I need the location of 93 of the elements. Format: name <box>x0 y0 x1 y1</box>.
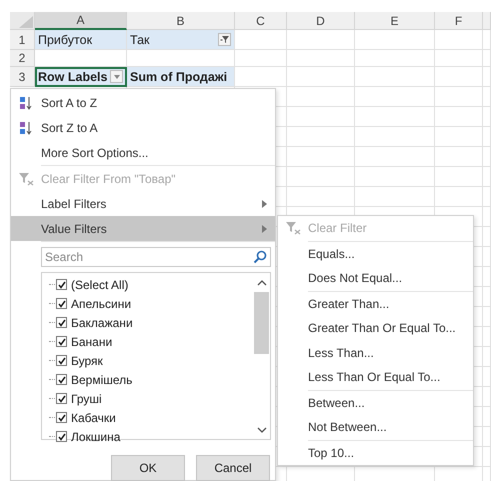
checklist-item[interactable]: Апельсини <box>71 296 132 310</box>
checkbox[interactable] <box>56 279 67 290</box>
checklist-item[interactable]: (Select All) <box>71 278 128 292</box>
ok-button[interactable]: OK <box>111 455 185 481</box>
table-cell <box>435 87 483 107</box>
column-header[interactable]: F <box>435 12 483 30</box>
check-icon <box>58 394 66 402</box>
checklist-item[interactable]: Вермішель <box>71 372 132 386</box>
menu-item[interactable]: Label Filters <box>11 191 275 216</box>
table-cell <box>287 50 355 67</box>
filter-button[interactable] <box>218 33 231 46</box>
table-cell <box>435 167 483 187</box>
check-icon <box>58 432 66 440</box>
scroll-up-icon <box>256 279 266 286</box>
clear-filter-icon <box>285 221 301 236</box>
table-cell <box>287 147 355 167</box>
table-cell <box>287 107 355 127</box>
check-icon <box>58 318 66 326</box>
caret-icon <box>112 74 120 80</box>
menu-item[interactable]: Greater Than Or Equal To... <box>278 316 473 340</box>
menu-item[interactable]: Not Between... <box>278 415 473 440</box>
scroll-down-icon <box>256 427 266 434</box>
checklist-item[interactable]: Кабачки <box>71 410 116 424</box>
table-cell <box>435 67 483 87</box>
table-cell <box>287 127 355 147</box>
row-header[interactable]: 1 <box>10 30 35 50</box>
row-header[interactable]: 2 <box>10 50 35 67</box>
checklist-item[interactable]: Баклажани <box>71 316 133 330</box>
table-cell <box>287 87 355 107</box>
selected-cell[interactable]: Row Labels <box>35 67 127 87</box>
checkbox[interactable] <box>56 298 67 309</box>
checklist-item[interactable]: Буряк <box>71 354 103 368</box>
menu-item[interactable]: Does Not Equal... <box>278 266 473 292</box>
checkbox[interactable] <box>56 355 67 366</box>
table-cell <box>435 147 483 167</box>
dropdown-button[interactable] <box>110 70 123 83</box>
search-icon <box>253 250 267 264</box>
cell-text: Прибуток <box>38 32 92 46</box>
check-icon <box>58 300 66 308</box>
table-cell <box>435 107 483 127</box>
menu-item[interactable]: Between... <box>278 390 473 415</box>
column-header[interactable]: C <box>235 12 287 30</box>
table-cell <box>287 30 355 50</box>
cancel-button[interactable]: Cancel <box>196 455 270 481</box>
checklist-item[interactable]: Локшина <box>71 430 120 444</box>
table-cell <box>435 127 483 147</box>
checkbox[interactable] <box>56 317 67 328</box>
menu-item[interactable]: Sort A to Z <box>11 90 275 115</box>
column-header[interactable]: D <box>287 12 355 30</box>
filter-icon <box>220 35 230 44</box>
menu-item: Clear Filter <box>278 216 473 242</box>
scroll-thumb[interactable] <box>254 292 269 354</box>
menu-item[interactable]: Top 10... <box>278 440 473 465</box>
table-cell <box>435 50 483 67</box>
table-cell <box>435 30 483 50</box>
menu-item[interactable]: Sort Z to A <box>11 115 275 140</box>
submenu-arrow-icon <box>262 200 267 208</box>
check-icon <box>58 280 66 288</box>
cell-text: Sum of Продажі <box>130 70 228 84</box>
menu-item[interactable]: Equals... <box>278 242 473 266</box>
table-cell <box>287 167 355 187</box>
menu-item[interactable]: More Sort Options... <box>11 140 275 166</box>
table-cell <box>235 50 287 67</box>
menu-item[interactable]: Less Than... <box>278 340 473 365</box>
clear-filter-icon <box>18 172 34 186</box>
column-header[interactable]: B <box>127 12 235 30</box>
menu-item[interactable]: Greater Than... <box>278 292 473 316</box>
check-icon <box>58 414 66 422</box>
row-header[interactable]: 3 <box>10 67 35 87</box>
checkbox[interactable] <box>56 374 67 385</box>
checkbox[interactable] <box>56 336 67 347</box>
cell-text: Row Labels <box>38 70 108 84</box>
checklist-item[interactable]: Банани <box>71 334 112 348</box>
check-icon <box>58 356 66 364</box>
checklist-item[interactable]: Груші <box>71 392 102 406</box>
checkbox[interactable] <box>56 393 67 404</box>
submenu-arrow-icon <box>262 225 267 233</box>
menu-item: Clear Filter From "Товар" <box>11 166 275 191</box>
table-cell <box>435 187 483 207</box>
cell-text: Так <box>130 32 150 46</box>
column-header <box>483 12 491 30</box>
column-header[interactable]: A <box>35 12 127 30</box>
sort-ascending-icon <box>19 96 33 110</box>
check-icon <box>58 338 66 346</box>
table-cell <box>287 67 355 87</box>
menu-item[interactable]: Value Filters <box>11 216 275 242</box>
menu-item[interactable]: Less Than Or Equal To... <box>278 365 473 390</box>
search-field[interactable]: Search <box>41 247 271 267</box>
sort-descending-icon <box>19 120 33 134</box>
checkbox[interactable] <box>56 412 67 423</box>
checkbox[interactable] <box>56 431 67 442</box>
check-icon <box>58 376 66 384</box>
column-header[interactable]: E <box>355 12 435 30</box>
